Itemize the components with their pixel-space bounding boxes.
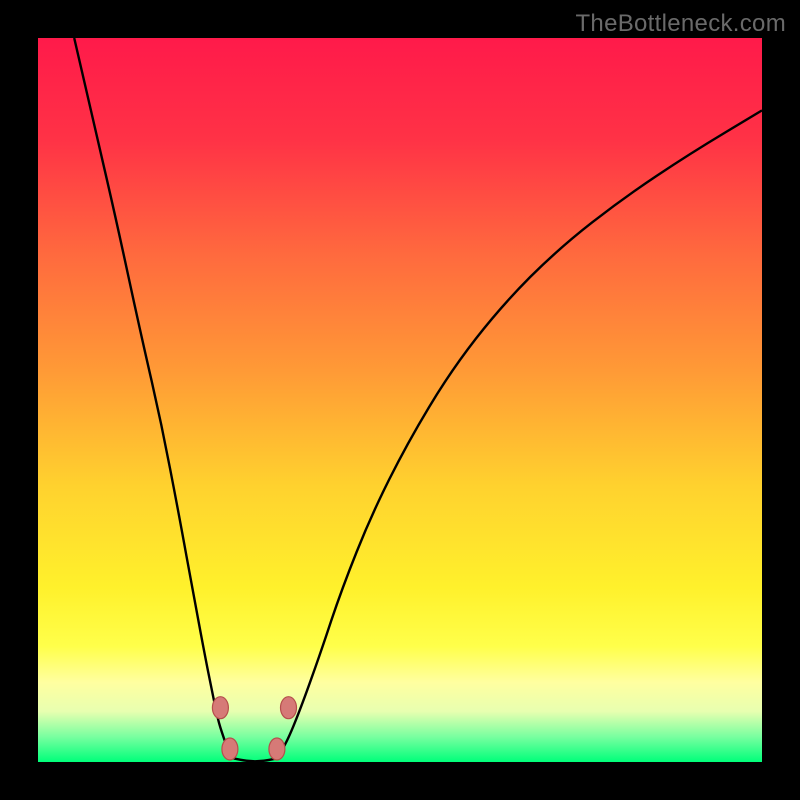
background-gradient xyxy=(38,38,762,762)
watermark-text: TheBottleneck.com xyxy=(575,10,786,38)
outer-frame: TheBottleneck.com xyxy=(0,0,800,800)
plot-area xyxy=(38,38,762,762)
